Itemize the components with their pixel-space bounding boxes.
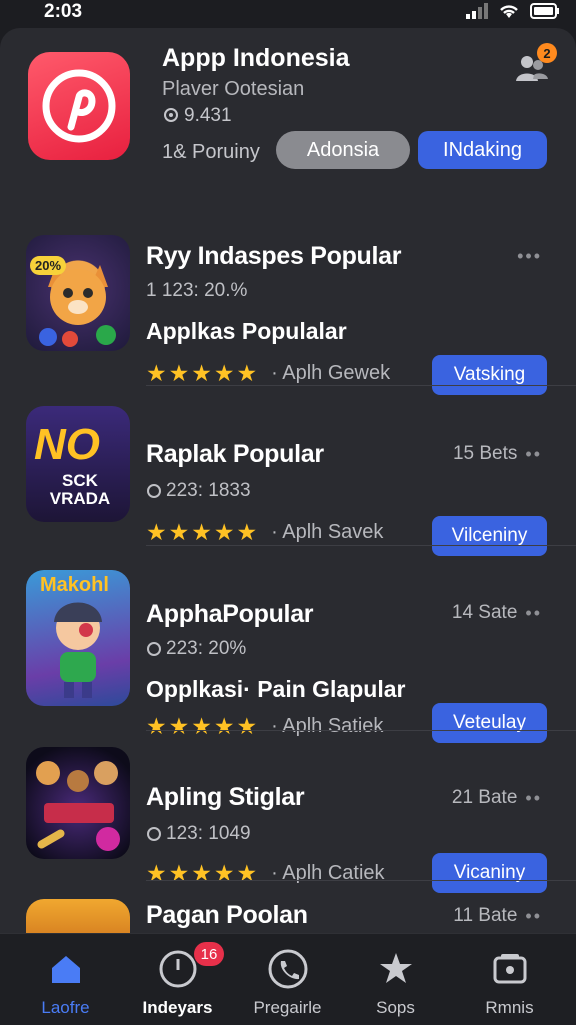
wifi-icon [500, 5, 518, 18]
app-developer: · Aplh Savek [271, 521, 384, 543]
app-size: 15 Bets •• [453, 443, 542, 465]
app-meta: 123: 1049 [146, 823, 251, 845]
app-meta-value: 223: 1833 [166, 480, 251, 501]
app-icon-partial [26, 899, 130, 933]
tab-label: Pregairle [253, 998, 322, 1017]
tab-label: Indeyars [142, 998, 213, 1017]
tab-badge: 16 [194, 942, 224, 966]
more-icon[interactable]: •• [525, 788, 542, 809]
divider [146, 730, 576, 731]
app-icon-no: NO SCK VRADA [26, 406, 130, 522]
collage-icon [36, 761, 120, 851]
app-title: Ryy Indaspes Popular [146, 242, 402, 270]
app-icon-cat [26, 235, 130, 351]
location-icon [147, 642, 161, 656]
status-icons [466, 3, 560, 19]
star-icon [375, 948, 417, 990]
tab-pregairle[interactable]: Pregairle [230, 934, 345, 1025]
app-meta-value: 123: 1049 [166, 823, 251, 844]
star-rating: ★ ★ ★ ★ ★ · Aplh Catiek [146, 860, 385, 886]
pinterest-icon [42, 69, 116, 143]
phone-icon [267, 948, 309, 990]
tab-home[interactable]: Laofre [8, 934, 123, 1025]
divider [146, 545, 576, 546]
hero-count: 1& Poruiny [162, 141, 260, 163]
app-size: 11 Bate •• [453, 905, 542, 927]
divider [146, 880, 576, 881]
app-row[interactable]: Pagan Poolan 11 Bate •• [0, 883, 576, 933]
friends-badge: 2 [537, 43, 557, 63]
more-icon[interactable]: •• [525, 906, 542, 927]
app-meta: 1 123: 20.% [146, 280, 248, 301]
app-icon-game [26, 747, 130, 859]
app-title: Apling Stiglar [146, 783, 305, 811]
friends-button[interactable]: 2 [515, 43, 559, 83]
app-icon-makohl: Makohl [26, 570, 130, 706]
app-row[interactable]: Apling Stiglar 21 Bate •• 123: 1049 ★ ★ ★ ★ ★… [0, 733, 576, 893]
app-size-label: 21 Bate [451, 787, 518, 808]
signal-icon [466, 3, 488, 19]
clock-icon [157, 948, 199, 990]
app-title: ApphaPopular [146, 600, 314, 628]
location-icon [147, 484, 161, 498]
app-subtitle: Applkas Populalar [146, 318, 347, 344]
app-row[interactable]: NO SCK VRADA Raplak Popular 15 Bets •• 22… [0, 388, 576, 556]
hero-rating-value: 9.431 [184, 105, 232, 126]
status-bar: 2:03 [0, 0, 576, 26]
app-developer: · Aplh Gewek [271, 362, 391, 384]
tab-label: Laofre [41, 998, 90, 1017]
app-developer: · Aplh Catiek [271, 862, 385, 884]
cat-icon [39, 265, 116, 347]
app-size: 21 Bate •• [452, 787, 542, 809]
app-size: 14 Sate •• [452, 602, 542, 624]
hero-rating: 9.431 [162, 105, 232, 127]
tab-bar: Laofre 16 Indeyars Pregairle Sops Rmnis [0, 933, 576, 1025]
star-rating: ★ ★ ★ ★ ★ · Aplh Gewek [146, 360, 391, 386]
corner-tag: 20% [30, 256, 67, 275]
app-size-label: 15 Bets [452, 443, 518, 464]
tab-indeyars[interactable]: 16 Indeyars [120, 934, 235, 1025]
tab-sops[interactable]: Sops [338, 934, 453, 1025]
more-icon[interactable]: •• [525, 603, 542, 624]
location-icon [147, 827, 161, 841]
icon-logo-text: Makohl [40, 574, 109, 596]
home-icon [45, 948, 87, 990]
secondary-button[interactable]: Adonsia [276, 131, 410, 169]
wallet-icon [489, 948, 531, 990]
app-title: Raplak Popular [146, 440, 324, 468]
star-rating: ★ ★ ★ ★ ★ · Aplh Savek [146, 519, 384, 545]
app-meta-value: 223: 20% [166, 638, 247, 659]
hero-title: Appp Indonesia [162, 44, 350, 72]
pinterest-app-icon[interactable] [28, 52, 130, 160]
app-row[interactable]: 20% Ryy Indaspes Popular ••• 1 123: 20.%… [0, 218, 576, 395]
more-menu[interactable]: ••• [517, 246, 542, 267]
more-icon[interactable]: •• [525, 444, 542, 465]
app-row[interactable]: Makohl ApphaPopular 14 Sate •• 223: 20% O… [0, 548, 576, 743]
hero-subtitle: Plaver Ootesian [162, 78, 305, 100]
more-icon[interactable]: ••• [517, 246, 542, 267]
app-list-sheet: Appp Indonesia Plaver Ootesian 9.431 1& … [0, 28, 576, 933]
tab-rmnis[interactable]: Rmnis [452, 934, 567, 1025]
icon-caption-text: SCK VRADA [49, 471, 111, 508]
app-subtitle: Opplkasi· Pain Glapular [146, 676, 406, 702]
tab-label: Sops [376, 998, 415, 1017]
battery-icon [530, 3, 559, 19]
divider [146, 385, 576, 386]
tab-label: Rmnis [485, 998, 534, 1017]
location-icon [164, 108, 178, 122]
app-meta: 223: 1833 [146, 480, 251, 502]
app-size-label: 14 Sate [451, 602, 518, 623]
app-meta: 223: 20% [146, 638, 246, 660]
status-time: 2:03 [44, 1, 83, 22]
app-title: Pagan Poolan [146, 901, 308, 929]
primary-button[interactable]: INdaking [418, 131, 547, 169]
app-size-label: 11 Bate [453, 905, 518, 926]
icon-logo-text: NO [34, 420, 100, 469]
